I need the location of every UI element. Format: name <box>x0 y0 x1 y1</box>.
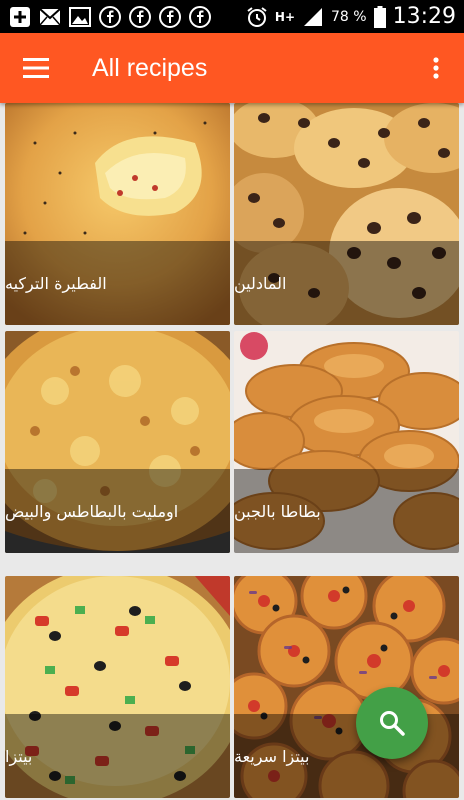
battery-icon <box>373 5 387 28</box>
recipe-name: المادلين <box>234 273 287 293</box>
overflow-menu-button[interactable] <box>408 33 464 103</box>
page-title: All recipes <box>92 53 208 82</box>
facebook-icon <box>98 5 122 28</box>
facebook-icon <box>158 5 182 28</box>
facebook-icon <box>128 5 152 28</box>
hamburger-menu-icon <box>23 58 49 78</box>
signal-icon <box>301 6 325 28</box>
search-fab[interactable] <box>356 687 428 759</box>
app-bar: All recipes <box>0 33 464 103</box>
recipe-caption: المادلين <box>234 241 459 325</box>
recipe-card[interactable]: بيتزا سريعة <box>234 576 459 798</box>
status-bar: H+ 78 % 13:29 <box>0 0 464 33</box>
network-type: H+ <box>274 9 296 24</box>
search-icon <box>380 711 405 736</box>
alarm-icon <box>245 6 269 28</box>
recipe-caption: اومليت بالبطاطس والبيض <box>5 469 230 553</box>
clock: 13:29 <box>392 4 456 29</box>
recipe-card[interactable]: بيتزا <box>5 576 230 798</box>
battery-percent: 78 % <box>331 8 367 25</box>
recipe-caption: بطاطا بالجبن <box>234 469 459 553</box>
recipe-card[interactable]: المادلين <box>234 103 459 325</box>
recipe-caption: الفطيرة التركيه <box>5 241 230 325</box>
image-icon <box>68 6 92 28</box>
recipe-card[interactable]: بطاطا بالجبن <box>234 331 459 553</box>
recipe-caption: بيتزا <box>5 714 230 798</box>
hamburger-menu-button[interactable] <box>0 33 72 103</box>
facebook-icon <box>188 5 212 28</box>
recipe-name: الفطيرة التركيه <box>5 273 107 293</box>
recipe-card[interactable]: الفطيرة التركيه <box>5 103 230 325</box>
add-box-icon <box>8 6 32 28</box>
recipe-name: بطاطا بالجبن <box>234 501 321 521</box>
mail-icon <box>38 6 62 28</box>
recipe-name: بيتزا سريعة <box>234 746 310 766</box>
recipe-name: بيتزا <box>5 746 33 766</box>
more-vert-icon <box>433 57 439 79</box>
recipe-card[interactable]: اومليت بالبطاطس والبيض <box>5 331 230 553</box>
recipe-name: اومليت بالبطاطس والبيض <box>5 501 179 521</box>
